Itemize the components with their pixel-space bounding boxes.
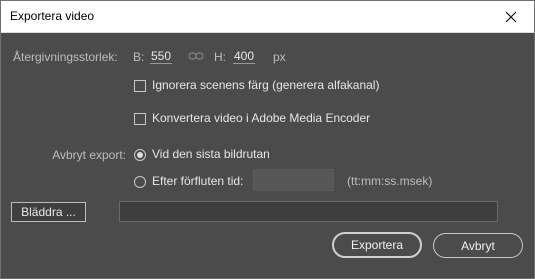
file-path-field[interactable] [119, 201, 498, 222]
title-bar: Exportera video [1, 1, 534, 33]
export-video-dialog: Exportera video Återgivningsstorlek: B: … [0, 0, 535, 279]
dialog-body: Återgivningsstorlek: B: 550 H: 400 px Ig… [1, 33, 534, 278]
dialog-title: Exportera video [10, 9, 95, 23]
unit-label: px [273, 50, 286, 64]
elapsed-time-input[interactable] [253, 169, 334, 191]
width-value[interactable]: 550 [150, 49, 173, 64]
close-button[interactable] [488, 1, 534, 32]
export-button[interactable]: Exportera [332, 232, 422, 258]
convert-media-encoder-label: Konvertera video i Adobe Media Encoder [152, 111, 371, 125]
stop-export-label: Avbryt export: [52, 148, 126, 162]
last-frame-radio[interactable] [134, 149, 146, 161]
convert-media-encoder-checkbox[interactable] [134, 113, 146, 125]
close-icon [505, 11, 517, 22]
elapsed-time-radio[interactable] [134, 176, 146, 188]
chain-link-icon[interactable] [188, 51, 204, 61]
cancel-button[interactable]: Avbryt [433, 233, 523, 258]
ignore-stage-color-label: Ignorera scenens färg (generera alfakana… [152, 78, 380, 92]
ignore-stage-color-checkbox[interactable] [134, 80, 146, 92]
time-format-hint: (tt:mm:ss.msek) [347, 174, 433, 188]
render-size-label: Återgivningsstorlek: [13, 50, 118, 64]
width-prefix: B: [133, 50, 145, 64]
elapsed-time-label: Efter förfluten tid: [152, 174, 244, 188]
height-value[interactable]: 400 [233, 49, 256, 64]
last-frame-label: Vid den sista bildrutan [152, 147, 270, 161]
height-prefix: H: [214, 50, 226, 64]
browse-button[interactable]: Bläddra ... [11, 202, 86, 222]
